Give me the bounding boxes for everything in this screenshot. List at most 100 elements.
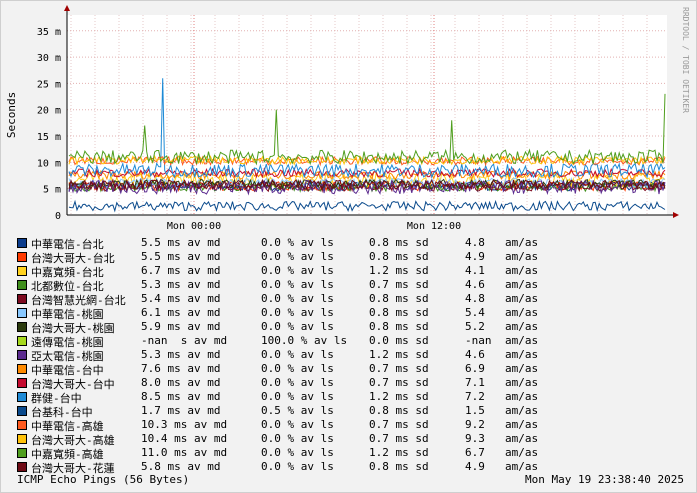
legend-unit: am/as bbox=[505, 418, 539, 431]
legend-avg: 1.7 ms av md bbox=[141, 404, 221, 417]
legend-sd: 0.8 ms sd bbox=[369, 236, 429, 249]
legend-sd: 0.8 ms sd bbox=[369, 320, 429, 333]
legend-avg: 11.0 ms av md bbox=[141, 446, 228, 459]
legend-swatch bbox=[17, 322, 27, 332]
legend-loss: 0.5 % av ls bbox=[261, 404, 334, 417]
legend-loss: 0.0 % av ls bbox=[261, 264, 334, 277]
graph-caption: ICMP Echo Pings (56 Bytes) bbox=[17, 473, 190, 486]
legend-unit: am/as bbox=[505, 432, 539, 445]
y-tick-label: 5 m bbox=[43, 185, 61, 196]
legend-loss: 0.0 % av ls bbox=[261, 460, 334, 473]
legend-loss: 0.0 % av ls bbox=[261, 306, 334, 319]
legend-avg: 8.0 ms av md bbox=[141, 376, 221, 389]
legend-avg: -nan s av md bbox=[141, 334, 228, 347]
legend-extra: 7.1 bbox=[465, 376, 485, 389]
legend-unit: am/as bbox=[505, 362, 539, 375]
y-tick-label: 15 m bbox=[37, 132, 61, 143]
legend-extra: 4.8 bbox=[465, 292, 485, 305]
legend-unit: am/as bbox=[505, 446, 539, 459]
legend-loss: 100.0 % av ls bbox=[261, 334, 348, 347]
legend-swatch bbox=[17, 448, 27, 458]
legend-extra: 1.5 bbox=[465, 404, 485, 417]
legend-loss: 0.0 % av ls bbox=[261, 446, 334, 459]
legend-unit: am/as bbox=[505, 390, 539, 403]
legend-extra: 9.2 bbox=[465, 418, 485, 431]
legend-extra: 6.7 bbox=[465, 446, 485, 459]
y-tick-label: 35 m bbox=[37, 27, 61, 38]
y-tick-label: 30 m bbox=[37, 53, 61, 64]
legend-unit: am/as bbox=[505, 460, 539, 473]
legend-loss: 0.0 % av ls bbox=[261, 376, 334, 389]
legend-loss: 0.0 % av ls bbox=[261, 432, 334, 445]
legend-swatch bbox=[17, 294, 27, 304]
legend-loss: 0.0 % av ls bbox=[261, 250, 334, 263]
legend-unit: am/as bbox=[505, 236, 539, 249]
legend-swatch bbox=[17, 336, 27, 346]
legend-extra: 4.1 bbox=[465, 264, 485, 277]
legend-extra: 4.8 bbox=[465, 236, 485, 249]
legend-unit: am/as bbox=[505, 306, 539, 319]
legend-sd: 0.8 ms sd bbox=[369, 404, 429, 417]
y-axis-arrow bbox=[64, 5, 70, 11]
legend-avg: 5.3 ms av md bbox=[141, 278, 221, 291]
latency-chart: 0 5 m 10 m 15 m 20 m 25 m 30 m 35 m Mon 00:00 Mon… bbox=[5, 5, 679, 231]
graph-timestamp: Mon May 19 23:38:40 2025 bbox=[525, 473, 684, 486]
legend-unit: am/as bbox=[505, 348, 539, 361]
y-axis-label: Seconds bbox=[5, 92, 18, 138]
legend-extra: 9.3 bbox=[465, 432, 485, 445]
legend-unit: am/as bbox=[505, 334, 539, 347]
legend-extra: 6.9 bbox=[465, 362, 485, 375]
legend-extra: -nan bbox=[465, 334, 492, 347]
smokeping-graph: 0 5 m 10 m 15 m 20 m 25 m 30 m 35 m Mon 00:00 Mon… bbox=[0, 0, 697, 493]
legend-loss: 0.0 % av ls bbox=[261, 418, 334, 431]
legend-unit: am/as bbox=[505, 404, 539, 417]
legend-avg: 7.6 ms av md bbox=[141, 362, 221, 375]
y-tick-label: 20 m bbox=[37, 106, 61, 117]
legend-swatch bbox=[17, 462, 27, 472]
legend-sd: 0.8 ms sd bbox=[369, 306, 429, 319]
legend-sd: 0.8 ms sd bbox=[369, 250, 429, 263]
legend-sd: 0.7 ms sd bbox=[369, 278, 429, 291]
legend-extra: 4.9 bbox=[465, 460, 485, 473]
legend-extra: 5.2 bbox=[465, 320, 485, 333]
legend-unit: am/as bbox=[505, 376, 539, 389]
legend-sd: 0.8 ms sd bbox=[369, 292, 429, 305]
legend-sd: 0.7 ms sd bbox=[369, 432, 429, 445]
legend-unit: am/as bbox=[505, 320, 539, 333]
legend-swatch bbox=[17, 252, 27, 262]
legend-extra: 4.9 bbox=[465, 250, 485, 263]
legend-swatch bbox=[17, 308, 27, 318]
legend-sd: 0.7 ms sd bbox=[369, 376, 429, 389]
y-tick-label: 25 m bbox=[37, 79, 61, 90]
legend-loss: 0.0 % av ls bbox=[261, 236, 334, 249]
legend-loss: 0.0 % av ls bbox=[261, 292, 334, 305]
legend-loss: 0.0 % av ls bbox=[261, 348, 334, 361]
legend-sd: 0.8 ms sd bbox=[369, 460, 429, 473]
legend-sd: 0.7 ms sd bbox=[369, 418, 429, 431]
legend-avg: 5.5 ms av md bbox=[141, 250, 221, 263]
legend-sd: 1.2 ms sd bbox=[369, 390, 429, 403]
legend-extra: 5.4 bbox=[465, 306, 485, 319]
legend-loss: 0.0 % av ls bbox=[261, 320, 334, 333]
legend-unit: am/as bbox=[505, 278, 539, 291]
legend-swatch bbox=[17, 378, 27, 388]
legend-avg: 5.9 ms av md bbox=[141, 320, 221, 333]
legend-swatch bbox=[17, 364, 27, 374]
rrdtool-credit: RRDTOOL / TOBI OETIKER bbox=[681, 7, 690, 113]
legend-swatch bbox=[17, 406, 27, 416]
legend-loss: 0.0 % av ls bbox=[261, 390, 334, 403]
x-axis-arrow bbox=[673, 212, 679, 218]
legend-unit: am/as bbox=[505, 250, 539, 263]
x-tick-label: Mon 12:00 bbox=[407, 221, 461, 231]
legend-avg: 8.5 ms av md bbox=[141, 390, 221, 403]
y-tick-label: 10 m bbox=[37, 158, 61, 169]
legend-avg: 5.4 ms av md bbox=[141, 292, 221, 305]
legend-loss: 0.0 % av ls bbox=[261, 362, 334, 375]
legend-avg: 6.1 ms av md bbox=[141, 306, 221, 319]
legend-sd: 0.0 ms sd bbox=[369, 334, 429, 347]
x-tick-label: Mon 00:00 bbox=[167, 221, 221, 231]
legend-sd: 0.7 ms sd bbox=[369, 362, 429, 375]
legend-unit: am/as bbox=[505, 264, 539, 277]
legend-sd: 1.2 ms sd bbox=[369, 264, 429, 277]
y-tick-label: 0 bbox=[55, 211, 61, 222]
